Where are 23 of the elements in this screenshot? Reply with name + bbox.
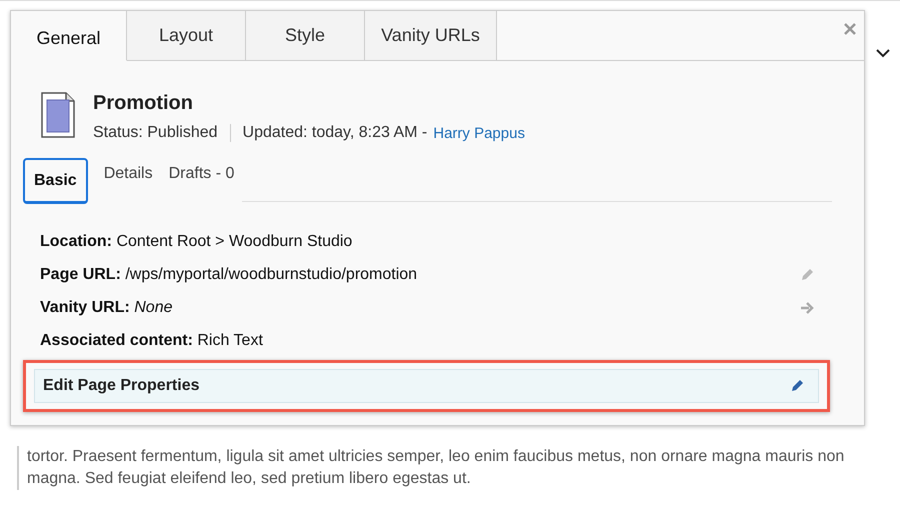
property-text: Associated content: Rich Text bbox=[40, 332, 263, 350]
tab[interactable]: Style bbox=[246, 11, 365, 61]
property-text: Location: Content Root > Woodburn Studio bbox=[40, 233, 352, 251]
property-text: Page URL: /wps/myportal/woodburnstudio/promotion bbox=[40, 266, 418, 284]
edit-page-properties-button[interactable]: Edit Page Properties bbox=[34, 369, 819, 403]
subtab[interactable]: Basic bbox=[23, 158, 88, 204]
property-text: Vanity URL: None bbox=[40, 299, 172, 317]
close-icon[interactable] bbox=[844, 23, 856, 35]
tab[interactable]: Layout bbox=[127, 11, 246, 61]
document-icon bbox=[41, 92, 75, 138]
tab[interactable]: Vanity URLs bbox=[365, 11, 497, 61]
updated-text: Updated: today, 8:23 AM - bbox=[242, 124, 428, 142]
arrow-right-icon[interactable] bbox=[800, 302, 814, 314]
chevron-down-icon[interactable] bbox=[876, 49, 890, 58]
tab[interactable]: General bbox=[11, 11, 127, 61]
body-text: tortor. Praesent fermentum, ligula sit amet ultricies semper, leo enim faucibus metus, non ornare magna mauris non magna. Sed feugiat eleifend leo, sed pretium libero egestas ut. bbox=[17, 446, 858, 490]
subtab[interactable]: Details bbox=[96, 158, 161, 204]
status-text: Status: Published bbox=[93, 124, 231, 142]
pencil-icon[interactable] bbox=[800, 268, 814, 282]
pencil-icon bbox=[790, 379, 804, 393]
page-title: Promotion bbox=[93, 92, 194, 115]
subtab[interactable]: Drafts - 0 bbox=[160, 158, 242, 204]
author-link[interactable]: Harry Pappus bbox=[433, 124, 525, 142]
